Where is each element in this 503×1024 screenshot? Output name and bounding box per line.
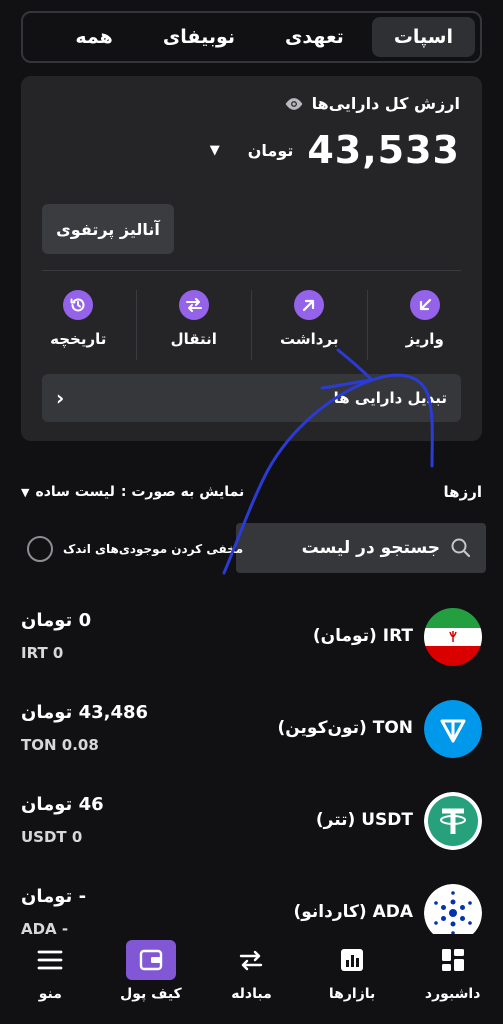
hide-small-balances-label: مخفی کردن موجودی‌های اندک bbox=[63, 542, 244, 556]
wallet-icon bbox=[125, 940, 176, 980]
tether-logo-icon bbox=[424, 792, 482, 850]
search-input[interactable] bbox=[250, 538, 440, 558]
wallet-summary-card: ارزش کل دارایی‌ها 43,533 تومان ▼ آنالیز … bbox=[21, 76, 482, 441]
caret-down-icon: ▼ bbox=[21, 485, 30, 499]
markets-icon bbox=[327, 940, 377, 980]
transfer-label: انتقال bbox=[170, 330, 217, 348]
coin-name: USDT (تتر) bbox=[315, 810, 413, 830]
nav-dashboard-label: داشبورد bbox=[424, 986, 481, 1002]
portfolio-analysis-button[interactable]: آنالیز پرتفوی bbox=[42, 204, 174, 254]
exchange-icon bbox=[226, 940, 276, 980]
view-mode-selector[interactable]: نمایش به صورت : لیست ساده ▼ bbox=[21, 484, 244, 500]
assets-header: ارزها نمایش به صورت : لیست ساده ▼ bbox=[21, 480, 482, 504]
withdraw-action[interactable]: برداشت bbox=[251, 290, 367, 360]
coin-fiat-value: 0 تومان bbox=[21, 610, 92, 631]
withdraw-arrow-icon bbox=[294, 290, 325, 320]
nav-menu[interactable]: منو bbox=[5, 940, 95, 1002]
nav-dashboard[interactable]: داشبورد bbox=[408, 940, 498, 1002]
chevron-left-icon: ‹ bbox=[56, 386, 65, 410]
deposit-arrow-icon bbox=[409, 290, 440, 320]
market-type-tabs: اسپات تعهدی نوبیفای همه bbox=[21, 11, 482, 63]
asset-search-box bbox=[236, 523, 486, 573]
dashboard-icon bbox=[428, 940, 478, 980]
caret-down-icon[interactable]: ▼ bbox=[210, 143, 220, 158]
convert-assets-row[interactable]: تبدیل دارایی ها ‹ bbox=[42, 374, 461, 422]
nav-exchange[interactable]: مبادله bbox=[206, 940, 296, 1002]
nav-exchange-label: مبادله bbox=[231, 986, 272, 1002]
tab-margin[interactable]: تعهدی bbox=[263, 17, 366, 57]
list-item[interactable]: IRT (تومان) 0 تومان IRT 0 bbox=[0, 600, 503, 680]
total-assets-unit: تومان bbox=[247, 140, 294, 160]
transfer-action[interactable]: انتقال bbox=[135, 290, 252, 360]
list-item[interactable]: USDT (تتر) 46 تومان USDT 0 bbox=[0, 784, 503, 864]
coin-name: TON (تون‌کوین) bbox=[277, 718, 413, 738]
tab-spot[interactable]: اسپات bbox=[371, 17, 475, 57]
hide-small-balances-radio[interactable] bbox=[27, 536, 53, 562]
nav-wallet[interactable]: کیف پول bbox=[106, 940, 196, 1002]
view-mode-label: نمایش به صورت : bbox=[120, 484, 245, 500]
search-icon bbox=[451, 538, 471, 558]
tab-nobifi[interactable]: نوبیفای bbox=[141, 17, 257, 57]
eye-icon[interactable] bbox=[284, 97, 304, 111]
view-mode-value: لیست ساده bbox=[35, 484, 115, 500]
coin-amount: TON 0.08 bbox=[21, 736, 99, 754]
deposit-action[interactable]: واریز bbox=[366, 290, 483, 360]
total-assets-header: ارزش کل دارایی‌ها bbox=[284, 94, 460, 113]
nav-markets-label: بازارها bbox=[328, 986, 376, 1002]
total-assets-value-row: 43,533 تومان ▼ bbox=[210, 128, 460, 172]
coin-fiat-value: 43,486 تومان bbox=[21, 702, 149, 723]
coin-amount: USDT 0 bbox=[21, 828, 83, 846]
convert-assets-label: تبدیل دارایی ها bbox=[333, 389, 447, 407]
ton-logo-icon bbox=[424, 700, 482, 758]
coin-fiat-value: - تومان bbox=[21, 886, 87, 907]
history-icon bbox=[63, 290, 94, 320]
history-label: تاریخچه bbox=[50, 330, 107, 348]
coin-name: IRT (تومان) bbox=[312, 626, 413, 646]
withdraw-label: برداشت bbox=[280, 330, 339, 348]
history-action[interactable]: تاریخچه bbox=[21, 290, 136, 360]
hide-small-balances-toggle[interactable]: مخفی کردن موجودی‌های اندک bbox=[27, 536, 243, 562]
total-assets-value: 43,533 bbox=[307, 128, 460, 172]
divider bbox=[42, 270, 461, 271]
list-item[interactable]: TON (تون‌کوین) 43,486 تومان TON 0.08 bbox=[0, 692, 503, 772]
nav-menu-label: منو bbox=[38, 986, 62, 1002]
iran-flag-icon bbox=[424, 608, 482, 666]
coin-amount: IRT 0 bbox=[21, 644, 64, 662]
menu-icon bbox=[25, 940, 75, 980]
total-assets-label: ارزش کل دارایی‌ها bbox=[311, 94, 460, 113]
coin-fiat-value: 46 تومان bbox=[21, 794, 104, 815]
nav-markets[interactable]: بازارها bbox=[307, 940, 397, 1002]
deposit-label: واریز bbox=[405, 330, 444, 348]
tab-all[interactable]: همه bbox=[53, 17, 134, 57]
bottom-navigation: داشبورد بازارها مبادله کیف پول منو bbox=[0, 934, 503, 1024]
transfer-icon bbox=[178, 290, 209, 320]
assets-title: ارزها bbox=[443, 483, 482, 501]
nav-wallet-label: کیف پول bbox=[120, 986, 182, 1002]
coin-name: ADA (کاردانو) bbox=[293, 902, 413, 922]
wallet-actions: واریز برداشت انتقال تاریخچه bbox=[21, 290, 482, 360]
